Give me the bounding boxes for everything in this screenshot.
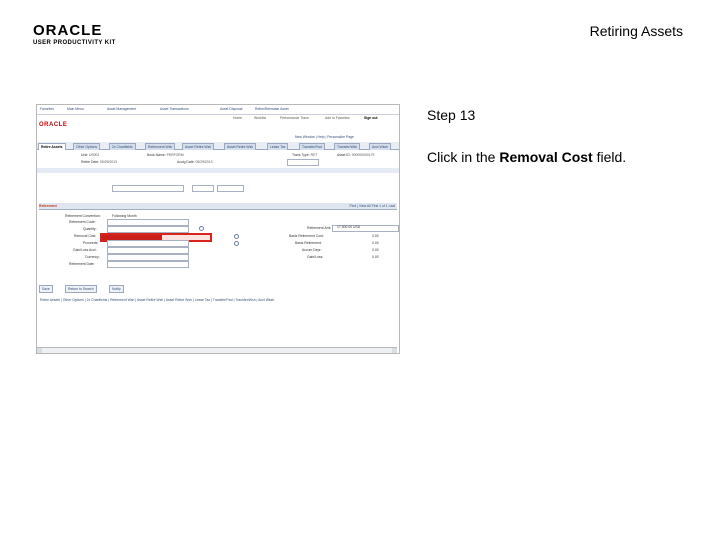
breadcrumb: Favorites Main Menu Asset Management Ass… xyxy=(37,105,399,115)
field-value: 05/29/2013 xyxy=(195,160,213,164)
instruction-field-name: Removal Cost xyxy=(499,149,593,165)
field-label: Book Name: xyxy=(147,153,166,157)
unit-row: Unit: US001 xyxy=(81,153,99,157)
basis-retirement-cost-value: 0.00 xyxy=(372,234,379,238)
breadcrumb-item[interactable]: Favorites xyxy=(40,107,54,111)
scroll-right-icon[interactable] xyxy=(392,348,397,353)
qty-input[interactable] xyxy=(192,185,214,192)
tab-asset-retire-wsh-2[interactable]: Asset Retire Wsh xyxy=(224,143,257,150)
gain-loss-label: Gain/Loss: xyxy=(307,255,324,259)
accum-depr-value: 0.00 xyxy=(372,248,379,252)
field-value: US001 xyxy=(88,153,100,157)
breadcrumb-item[interactable]: Asset Transactions xyxy=(160,107,189,111)
tab-retirement-wsh[interactable]: Retirement Wsh xyxy=(145,143,176,150)
retirement-date-label: Retirement Date: xyxy=(69,262,95,266)
removal-cost-label: Removal Cost: xyxy=(74,234,97,238)
instruction-prefix: Click in the xyxy=(427,149,500,165)
field-value: 000000000179 xyxy=(351,153,375,157)
book-row: Book Name: PERFORM xyxy=(147,153,184,157)
trans-type-row: Trans Type: RET xyxy=(292,153,317,157)
add-favorites-link[interactable]: Add to Favorites xyxy=(325,116,350,120)
gain-loss-acct-label: Gain/Loss Acct: xyxy=(73,248,97,252)
gain-loss-acct-select[interactable] xyxy=(107,247,189,254)
worklist-link[interactable]: Worklist xyxy=(254,116,266,120)
retirement-code-select[interactable] xyxy=(107,219,189,226)
quantity-label: Quantity: xyxy=(83,227,97,231)
oracle-upk-logo: ORACLE USER PRODUCTIVITY KIT xyxy=(33,22,123,46)
app-logo: ORACLE xyxy=(39,122,68,128)
field-label: Retire Date: xyxy=(81,160,100,164)
home-link[interactable]: Home xyxy=(233,116,242,120)
section-navigation[interactable]: Find | View All First 1 of 1 Last xyxy=(350,204,395,208)
lookup-icon[interactable] xyxy=(199,226,204,231)
scroll-left-icon[interactable] xyxy=(37,348,42,353)
breadcrumb-item[interactable]: Asset Management xyxy=(107,107,136,111)
tab-acct-wksh[interactable]: Acct Wksh xyxy=(369,143,392,150)
retirement-code-label: Retirement Code: xyxy=(69,220,96,224)
footer-tab-links[interactable]: Retire Assets | Other Options | 2x Chart… xyxy=(40,298,274,302)
currency-label: Currency: xyxy=(85,255,100,259)
acctg-date-row: Acctg Date: 05/29/2013 xyxy=(177,160,212,164)
proceeds-input[interactable] xyxy=(107,240,189,247)
tab-asset-retire-wsh[interactable]: Asset Retire Wsh xyxy=(182,143,215,150)
field-value: 05/29/2013 xyxy=(100,160,118,164)
basis-retirement-value: 0.00 xyxy=(372,241,379,245)
tab-transfer-fwd[interactable]: Transfer/Fwd xyxy=(299,143,325,150)
document-title: Retiring Assets xyxy=(589,23,683,39)
retirement-amt-label: Retirement Amt: xyxy=(307,226,332,230)
breadcrumb-item[interactable]: Main Menu xyxy=(67,107,84,111)
field-label: Unit: xyxy=(81,153,88,157)
horizontal-scrollbar[interactable] xyxy=(37,347,397,353)
tab-other-options[interactable]: Other Options xyxy=(73,143,101,150)
logo-main-text: ORACLE xyxy=(33,22,103,39)
save-button[interactable]: Save xyxy=(39,285,53,293)
retirement-convention-value: Following Month xyxy=(112,214,137,218)
field-label: Asset ID: xyxy=(337,153,351,157)
gain-loss-value: 0.00 xyxy=(372,255,379,259)
asset-id-row: Asset ID: 000000000179 xyxy=(337,153,374,157)
currency-input[interactable] xyxy=(107,254,189,261)
field-label: Trans Type: xyxy=(292,153,310,157)
sign-out-link[interactable]: Sign out xyxy=(364,116,378,120)
basis-retirement-label: Basis Retirement: xyxy=(295,241,322,245)
proceeds-label: Proceeds: xyxy=(83,241,99,245)
step-label: Step 13 xyxy=(427,107,476,123)
lookup-icon[interactable] xyxy=(234,241,239,246)
field-label: Acctg Date: xyxy=(177,160,195,164)
retire-date-row: Retire Date: 05/29/2013 xyxy=(81,160,117,164)
retirement-convention-label: Retirement Convention: xyxy=(65,214,101,218)
section-title: Retirement xyxy=(39,204,57,208)
application-screenshot: Favorites Main Menu Asset Management Ass… xyxy=(36,104,400,354)
lookup-icon[interactable] xyxy=(234,234,239,239)
return-to-search-button[interactable]: Return to Search xyxy=(65,285,97,293)
step-instruction: Click in the Removal Cost field. xyxy=(427,149,626,165)
page-tabs: Retire Assets Other Options 2x Chartfiel… xyxy=(37,142,399,150)
trans-type-select[interactable] xyxy=(287,159,319,166)
field-value: RET xyxy=(310,153,318,157)
performance-trace-link[interactable]: Performance Trace xyxy=(280,116,309,120)
tab-chartfields[interactable]: 2x Chartfields xyxy=(109,143,136,150)
retirement-date-input[interactable] xyxy=(107,261,189,268)
tab-transfer-wsh[interactable]: Transfer/Wsh xyxy=(334,143,361,150)
notify-button[interactable]: Notify xyxy=(109,285,124,293)
field-value: PERFORM xyxy=(166,153,184,157)
logo-sub-text: USER PRODUCTIVITY KIT xyxy=(33,40,116,46)
instruction-suffix: field. xyxy=(592,149,627,165)
tab-retire-assets[interactable]: Retire Assets xyxy=(38,143,66,150)
amount-input[interactable] xyxy=(217,185,244,192)
page-options[interactable]: New Window | Help | Personalize Page xyxy=(295,135,395,141)
quantity-input[interactable] xyxy=(107,226,189,233)
retire-as-select[interactable] xyxy=(112,185,184,192)
retirement-amt-value: 17,500.00 USD xyxy=(337,225,361,229)
basis-retirement-cost-label: Basis Retirement Cost: xyxy=(289,234,324,238)
subheader-band xyxy=(37,168,399,173)
breadcrumb-item[interactable]: Asset Disposal xyxy=(220,107,242,111)
breadcrumb-item[interactable]: Retire/Reinstate Asset xyxy=(255,107,289,111)
tab-lease-tax[interactable]: Lease Tax xyxy=(267,143,289,150)
retirement-section-header: Retirement Find | View All First 1 of 1 … xyxy=(39,203,397,210)
accum-depr-label: Accum Depr: xyxy=(302,248,322,252)
